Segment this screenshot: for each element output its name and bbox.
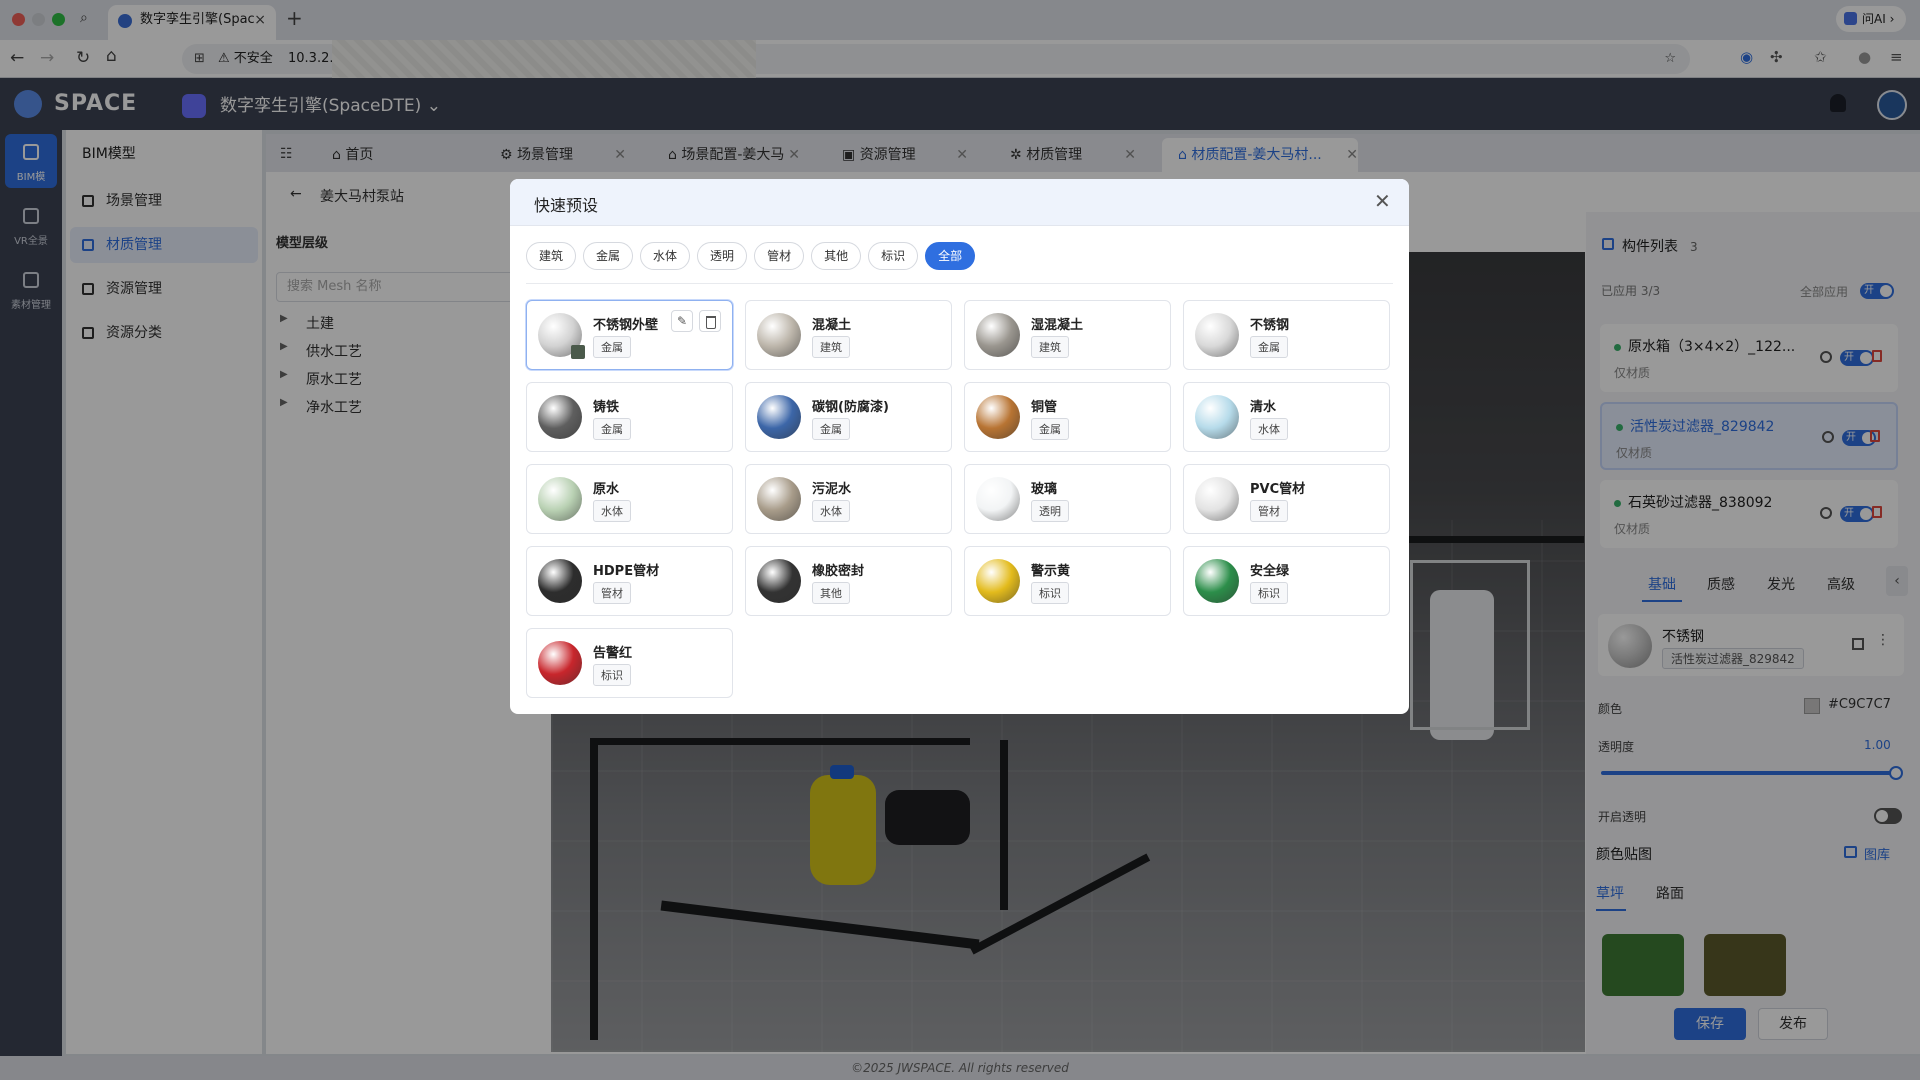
- preset-tag: 建筑: [812, 336, 850, 358]
- preset-tag: 透明: [1031, 500, 1069, 522]
- preset-name: 不锈钢: [1250, 318, 1290, 333]
- preset-name: 铜管: [1031, 400, 1058, 415]
- edit-icon[interactable]: ✎: [671, 310, 693, 332]
- material-sphere-icon: [976, 395, 1020, 439]
- preset-tag: 其他: [812, 582, 850, 604]
- filter-chip[interactable]: 水体: [640, 242, 691, 270]
- preset-tag: 金属: [1250, 336, 1288, 358]
- preset-card[interactable]: 污泥水 水体: [745, 464, 952, 534]
- dialog-title: 快速预设: [534, 196, 599, 215]
- preset-card[interactable]: 清水 水体: [1183, 382, 1390, 452]
- filter-chip[interactable]: 标识: [868, 242, 919, 270]
- preset-card[interactable]: 不锈钢外壁金属 ✎: [526, 300, 733, 370]
- preset-card[interactable]: 玻璃 透明: [964, 464, 1171, 534]
- preset-name: PVC管材: [1250, 482, 1306, 497]
- preset-card[interactable]: HDPE管材管材: [526, 546, 733, 616]
- preset-name: 污泥水: [812, 482, 852, 497]
- filter-chip[interactable]: 透明: [697, 242, 748, 270]
- preset-card[interactable]: 不锈钢 金属: [1183, 300, 1390, 370]
- preset-tag: 金属: [812, 418, 850, 440]
- texture-badge-icon: [571, 345, 585, 359]
- material-sphere-icon: [538, 641, 582, 685]
- preset-card[interactable]: PVC管材管材: [1183, 464, 1390, 534]
- preset-tag: 标识: [1250, 582, 1288, 604]
- trash-icon[interactable]: [699, 310, 721, 332]
- preset-name: 不锈钢外壁: [593, 318, 659, 333]
- dialog-header: [510, 179, 1409, 226]
- preset-card[interactable]: 原水 水体: [526, 464, 733, 534]
- material-sphere-icon: [976, 313, 1020, 357]
- preset-card[interactable]: 警示黄 标识: [964, 546, 1171, 616]
- preset-name: 橡胶密封: [812, 564, 865, 579]
- material-sphere-icon: [757, 559, 801, 603]
- material-sphere-icon: [976, 477, 1020, 521]
- preset-name: 玻璃: [1031, 482, 1058, 497]
- preset-tag: 金属: [593, 336, 631, 358]
- category-filter: 建筑 金属 水体 透明 管材 其他 标识 全部: [526, 242, 982, 272]
- preset-tag: 水体: [593, 500, 631, 522]
- preset-tag: 金属: [593, 418, 631, 440]
- material-sphere-icon: [538, 477, 582, 521]
- preset-tag: 金属: [1031, 418, 1069, 440]
- quick-preset-dialog: 快速预设 ✕ 建筑 金属 水体 透明 管材 其他 标识 全部 不锈钢外壁 金属 ✎ 混凝土 建筑 湿混凝…: [510, 179, 1409, 714]
- filter-chip[interactable]: 管材: [754, 242, 805, 270]
- preset-name: 铸铁: [593, 400, 620, 415]
- preset-tag: 水体: [812, 500, 850, 522]
- material-sphere-icon: [757, 313, 801, 357]
- filter-chip[interactable]: 全部: [925, 242, 976, 270]
- preset-card[interactable]: 碳钢(防腐漆) 金属: [745, 382, 952, 452]
- preset-card[interactable]: 安全绿 标识: [1183, 546, 1390, 616]
- preset-name: 清水: [1250, 400, 1277, 415]
- filter-chip[interactable]: 其他: [811, 242, 862, 270]
- preset-card[interactable]: 混凝土 建筑: [745, 300, 952, 370]
- preset-name: 湿混凝土: [1031, 318, 1084, 333]
- preset-card[interactable]: 铸铁 金属: [526, 382, 733, 452]
- material-sphere-icon: [976, 559, 1020, 603]
- preset-name: 安全绿: [1250, 564, 1290, 579]
- preset-card[interactable]: 湿混凝土 建筑: [964, 300, 1171, 370]
- preset-tag: 管材: [1250, 500, 1288, 522]
- material-sphere-icon: [1195, 395, 1239, 439]
- preset-name: 原水: [593, 482, 620, 497]
- material-sphere-icon: [538, 559, 582, 603]
- preset-tag: 水体: [1250, 418, 1288, 440]
- material-sphere-icon: [1195, 313, 1239, 357]
- preset-tag: 标识: [593, 664, 631, 686]
- preset-tag: 标识: [1031, 582, 1069, 604]
- material-sphere-icon: [1195, 559, 1239, 603]
- preset-name: HDPE管材: [593, 564, 660, 579]
- material-sphere-icon: [538, 395, 582, 439]
- material-sphere-icon: [1195, 477, 1239, 521]
- preset-name: 碳钢(防腐漆): [812, 400, 889, 415]
- preset-name: 混凝土: [812, 318, 852, 333]
- preset-tag: 管材: [593, 582, 631, 604]
- preset-card[interactable]: 告警红 标识: [526, 628, 733, 698]
- preset-card[interactable]: 橡胶密封 其他: [745, 546, 952, 616]
- mouse-cursor: [658, 350, 670, 364]
- preset-name: 告警红: [593, 646, 633, 661]
- filter-chip[interactable]: 金属: [583, 242, 634, 270]
- preset-name: 警示黄: [1031, 564, 1071, 579]
- divider: [526, 283, 1393, 284]
- preset-tag: 建筑: [1031, 336, 1069, 358]
- preset-card[interactable]: 铜管 金属: [964, 382, 1171, 452]
- close-icon[interactable]: ✕: [1374, 189, 1391, 213]
- material-sphere-icon: [757, 395, 801, 439]
- material-sphere-icon: [757, 477, 801, 521]
- filter-chip[interactable]: 建筑: [526, 242, 577, 270]
